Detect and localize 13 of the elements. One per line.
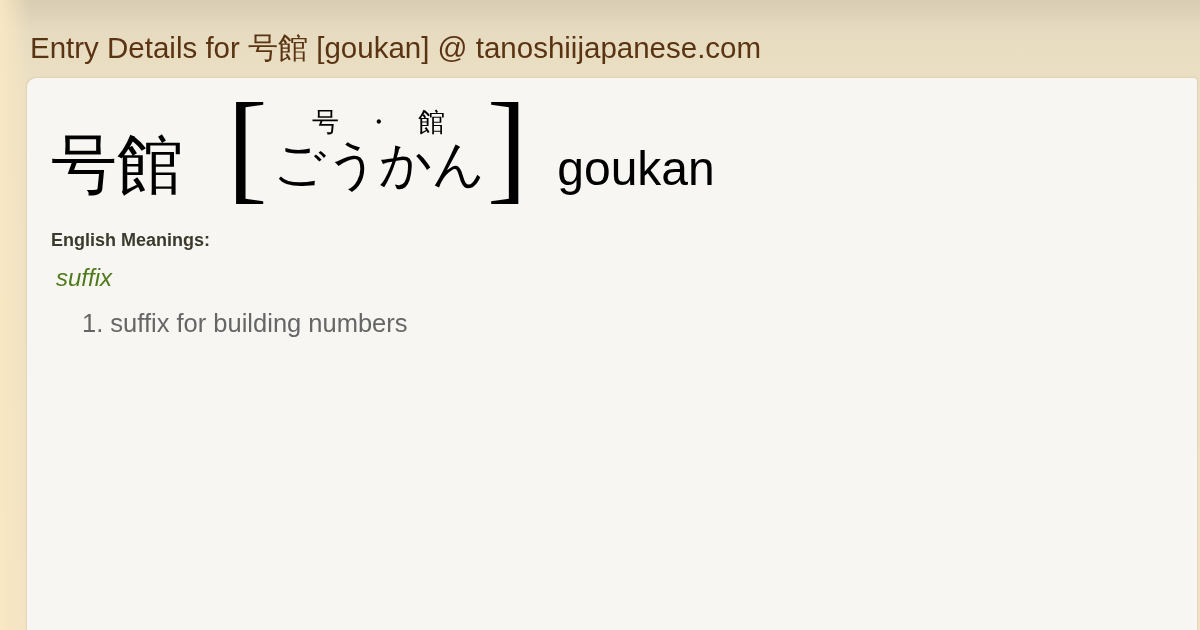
- meanings-heading: English Meanings:: [51, 229, 211, 252]
- kana-reading: かん: [378, 138, 485, 193]
- ruby-kanji: 館: [418, 106, 446, 139]
- headword: 号館: [51, 132, 183, 203]
- ruby-separator: ・: [365, 106, 393, 139]
- open-bracket: [: [227, 86, 268, 208]
- page-title: Entry Details for 号館 [goukan] @ tanoshiijapanese.com: [30, 32, 762, 64]
- kana-reading: ごう: [272, 138, 379, 193]
- romaji-reading: goukan: [557, 145, 715, 197]
- part-of-speech: suffix: [55, 264, 114, 292]
- meaning-text: 1. suffix for building numbers: [81, 308, 409, 338]
- close-bracket: ]: [486, 86, 528, 208]
- ruby-kanji: 号: [312, 106, 340, 139]
